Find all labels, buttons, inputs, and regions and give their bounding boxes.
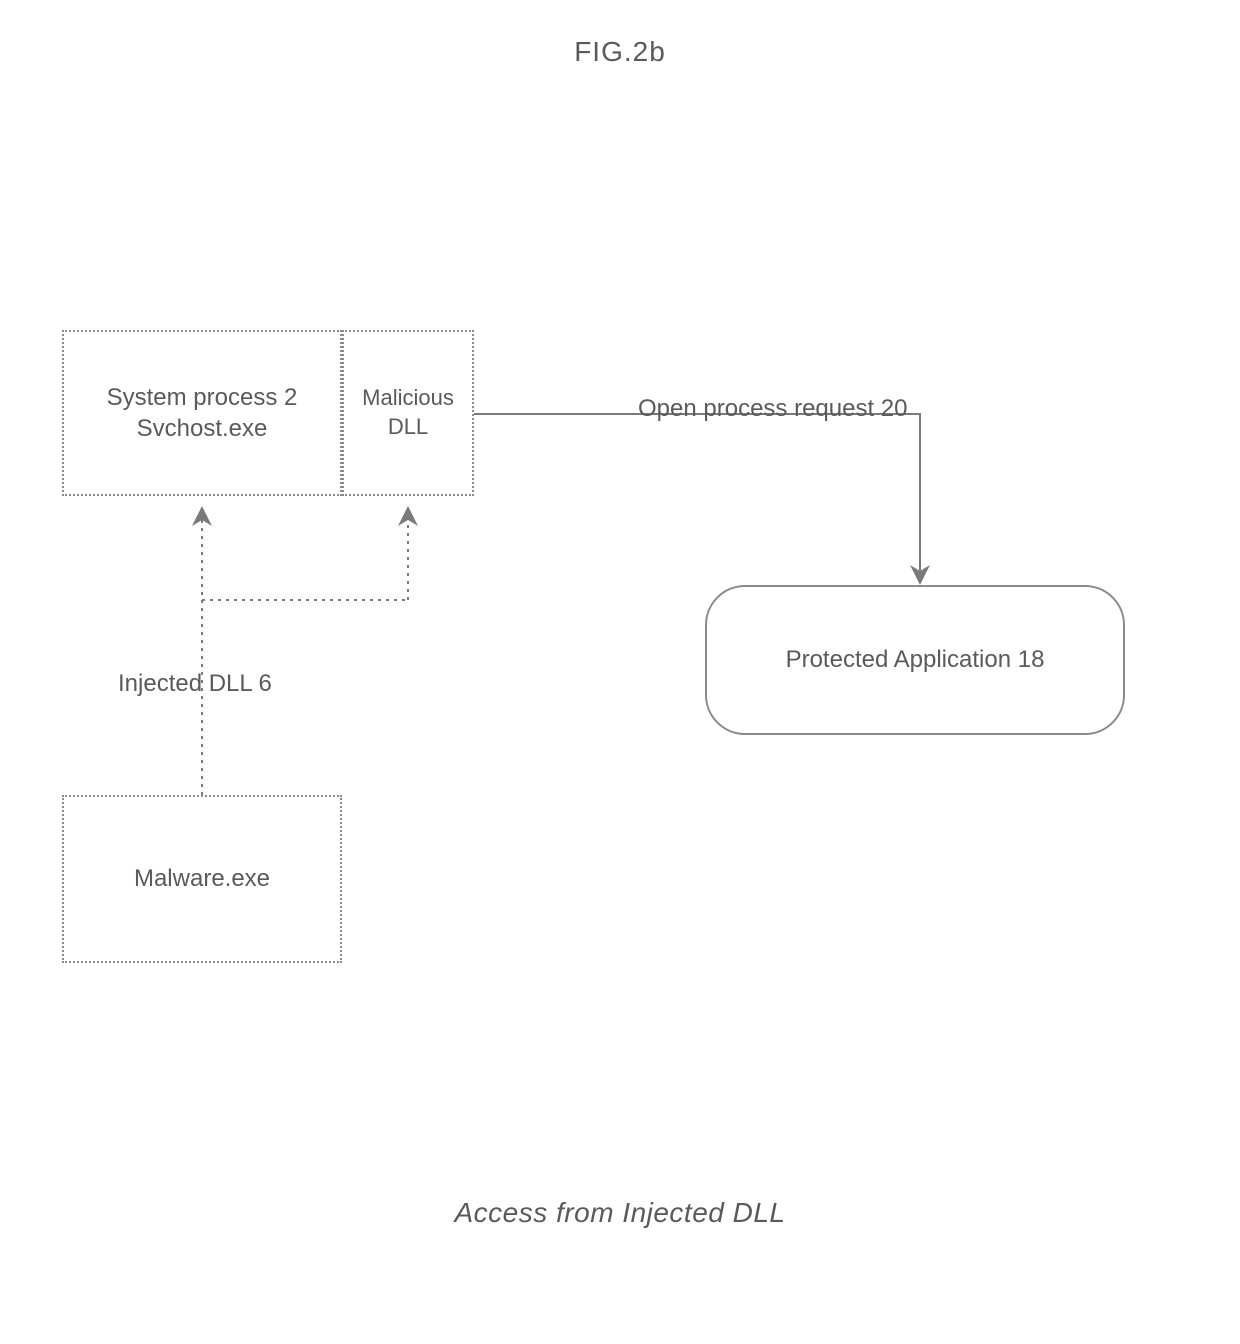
system-process-label-line1: System process 2: [107, 382, 298, 413]
label-open-process-request: Open process request 20: [638, 395, 908, 423]
box-system-process: System process 2 Svchost.exe: [62, 330, 342, 496]
protected-application-label: Protected Application 18: [786, 644, 1045, 675]
malicious-dll-label-line2: DLL: [362, 413, 454, 442]
figure-label: FIG.2b: [0, 36, 1240, 68]
system-process-label-line2: Svchost.exe: [107, 413, 298, 444]
label-injected-dll: Injected DLL 6: [118, 670, 272, 698]
malicious-dll-label-line1: Malicious: [362, 384, 454, 413]
box-malicious-dll: Malicious DLL: [342, 330, 474, 496]
figure-caption: Access from Injected DLL: [0, 1197, 1240, 1229]
box-malware: Malware.exe: [62, 795, 342, 963]
box-protected-application: Protected Application 18: [705, 585, 1125, 735]
malware-label: Malware.exe: [134, 863, 270, 894]
